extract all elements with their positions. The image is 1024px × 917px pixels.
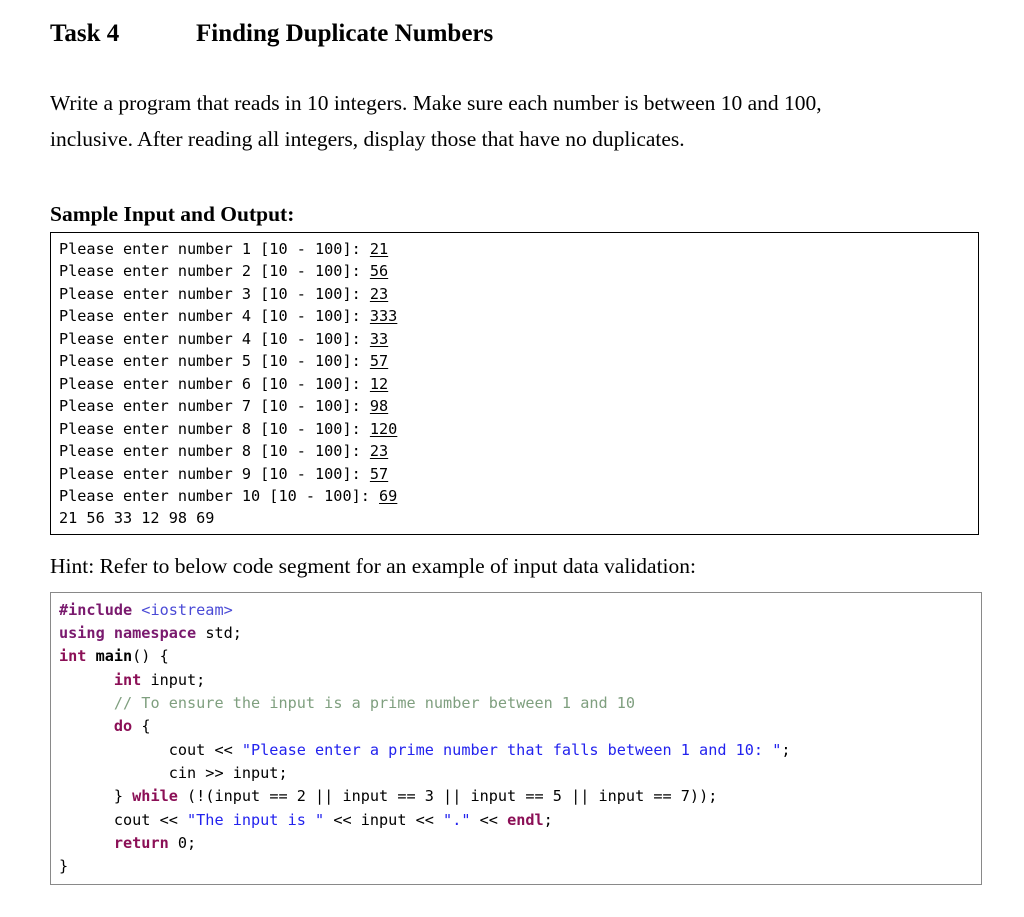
console-prompt-text: Please enter number 6 [10 - 100]: <box>59 374 370 393</box>
console-prompt-text: Please enter number 1 [10 - 100]: <box>59 240 370 258</box>
hint-text: Hint: Refer to below code segment for an… <box>50 553 696 578</box>
console-prompt-text: Please enter number 10 [10 - 100]: <box>59 486 380 505</box>
code-token-plain: std; <box>205 624 242 643</box>
console-prompt-text: Please enter number 9 [10 - 100]: <box>59 464 370 483</box>
code-line: // To ensure the input is a prime number… <box>59 692 981 715</box>
task-description: Write a program that reads in 10 integer… <box>50 48 963 157</box>
console-typed-value: 12 <box>369 374 389 393</box>
code-token-plain: () { <box>132 647 169 666</box>
console-typed-value: 23 <box>369 442 389 461</box>
code-token-hdr: <iostream> <box>141 600 233 619</box>
console-prompt-line: Please enter number 10 [10 - 100]: 69 <box>59 485 978 507</box>
console-prompt-text: Please enter number 8 [10 - 100]: <box>59 442 370 461</box>
code-line: int main() { <box>59 645 981 668</box>
code-token-kw: return <box>113 833 178 852</box>
code-token-str: "." <box>443 810 471 829</box>
code-line: } while (!(input == 2 || input == 3 || i… <box>59 785 981 808</box>
code-line: #include <iostream> <box>59 599 981 622</box>
console-prompt-line: Please enter number 6 [10 - 100]: 12 <box>59 373 978 395</box>
console-typed-value: 56 <box>369 262 389 281</box>
console-prompt-text: Please enter number 3 [10 - 100]: <box>59 284 370 303</box>
code-token-str: "Please enter a prime number that falls … <box>241 740 782 759</box>
document-page: Task 4 Finding Duplicate Numbers Write a… <box>0 0 1024 917</box>
code-token-plain: << <box>470 810 508 829</box>
code-token-plain: (!(input == 2 || input == 3 || input == … <box>187 787 718 806</box>
console-prompt-text: Please enter number 8 [10 - 100]: <box>59 419 370 438</box>
sample-io-heading: Sample Input and Output: <box>50 202 295 226</box>
console-prompt-line: Please enter number 4 [10 - 100]: 333 <box>59 305 978 327</box>
code-token-plain: cout << <box>59 740 242 759</box>
code-line: do { <box>59 715 981 738</box>
code-token-plain: ; <box>781 740 791 759</box>
code-line: using namespace std; <box>59 622 981 645</box>
code-token-str: "The input is " <box>187 810 325 829</box>
code-token-kw: while <box>132 787 188 806</box>
code-token-plain: ; <box>543 810 553 829</box>
code-line: cin >> input; <box>59 762 981 785</box>
console-prompt-line: Please enter number 3 [10 - 100]: 23 <box>59 283 978 305</box>
page-title: Task 4 Finding Duplicate Numbers <box>50 14 974 48</box>
console-typed-value: 23 <box>369 284 389 303</box>
code-token-cmt: // To ensure the input is a prime number… <box>113 694 636 713</box>
code-token-pre: #include <box>59 600 142 619</box>
console-prompt-line: Please enter number 2 [10 - 100]: 56 <box>59 260 978 282</box>
console-prompt-text: Please enter number 7 [10 - 100]: <box>59 397 370 416</box>
code-token-kw: int <box>59 647 96 666</box>
code-token-plain: 0; <box>177 833 197 852</box>
console-prompt-text: Please enter number 4 [10 - 100]: <box>59 329 370 348</box>
console-prompt-line: Please enter number 5 [10 - 100]: 57 <box>59 350 978 372</box>
console-typed-value: 57 <box>369 464 389 483</box>
code-line: return 0; <box>59 832 981 855</box>
console-prompt-line: Please enter number 4 [10 - 100]: 33 <box>59 328 978 350</box>
task-description-line-2: inclusive. After reading all integers, d… <box>50 127 685 151</box>
code-line: int input; <box>59 669 981 692</box>
code-token-plain: cin >> input; <box>59 763 288 782</box>
code-token-plain: << input << <box>324 810 444 829</box>
console-typed-value: 21 <box>369 240 389 258</box>
task-description-line-1: Write a program that reads in 10 integer… <box>50 91 822 115</box>
page-title-task-name: Finding Duplicate Numbers <box>196 20 494 47</box>
code-token-plain: } <box>59 857 69 876</box>
console-result-line: 21 56 33 12 98 69 <box>59 509 215 528</box>
console-prompt-text: Please enter number 2 [10 - 100]: <box>59 262 370 281</box>
console-typed-value: 57 <box>369 352 389 371</box>
code-token-plain: input; <box>150 670 206 689</box>
console-prompt-line: Please enter number 8 [10 - 100]: 23 <box>59 440 978 462</box>
code-token-pre: using namespace <box>59 624 206 643</box>
console-typed-value: 69 <box>379 486 398 505</box>
console-prompt-text: Please enter number 5 [10 - 100]: <box>59 352 370 371</box>
console-typed-value: 33 <box>369 329 389 348</box>
console-prompt-line: Please enter number 8 [10 - 100]: 120 <box>59 418 978 440</box>
code-line: } <box>59 855 981 878</box>
code-token-kw: endl <box>507 810 544 829</box>
code-token-plain: } <box>59 787 133 806</box>
code-token-kw: do <box>113 717 142 736</box>
sample-console-output: Please enter number 1 [10 - 100]: 21 Plea… <box>50 232 979 535</box>
code-token-plain: { <box>141 717 151 736</box>
console-prompt-line: Please enter number 1 [10 - 100]: 21 <box>59 238 978 260</box>
code-token-plain: cout << <box>59 810 188 829</box>
code-line: cout << "Please enter a prime number tha… <box>59 739 981 762</box>
code-token-kw: int <box>113 670 151 689</box>
code-line: cout << "The input is " << input << "." … <box>59 809 981 832</box>
code-segment-block: #include <iostream> using namespace std; i… <box>50 591 982 886</box>
page-title-task-label: Task 4 <box>50 20 120 47</box>
console-typed-value: 120 <box>369 419 398 438</box>
console-prompt-line: Please enter number 7 [10 - 100]: 98 <box>59 395 978 417</box>
console-prompt-text: Please enter number 4 [10 - 100]: <box>59 307 370 326</box>
console-typed-value: 333 <box>369 307 398 326</box>
code-token-fn: main <box>95 647 133 666</box>
console-typed-value: 98 <box>369 397 389 416</box>
console-prompt-line: Please enter number 9 [10 - 100]: 57 <box>59 463 978 485</box>
